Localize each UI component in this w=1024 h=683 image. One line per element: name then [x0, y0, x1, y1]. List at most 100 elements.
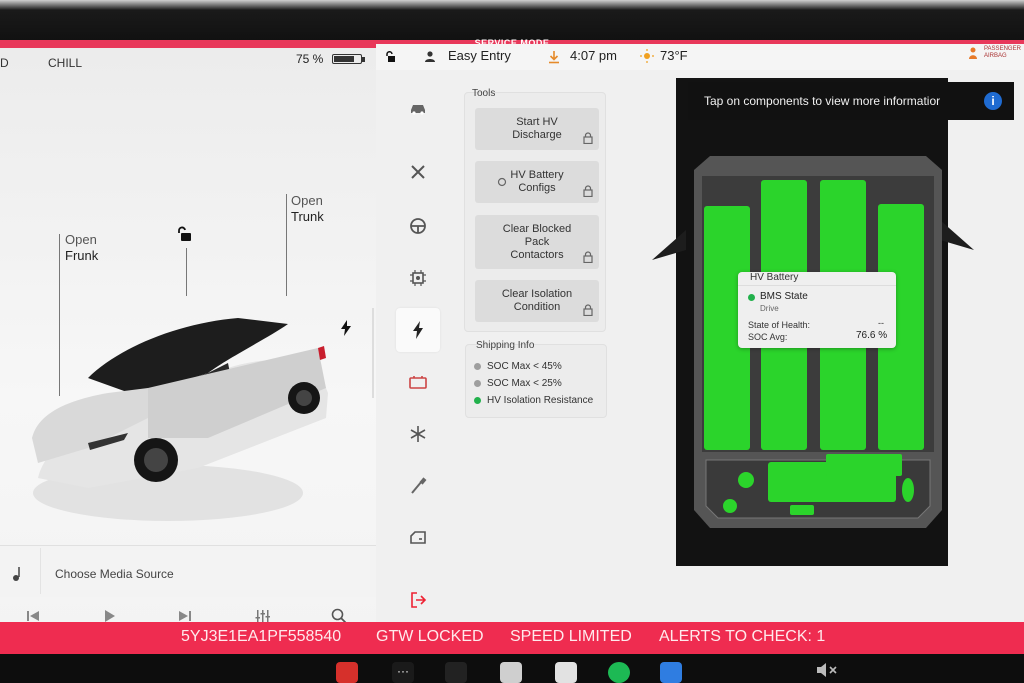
nav-item-thermal[interactable] [396, 412, 440, 456]
notes-app-icon[interactable] [555, 662, 577, 683]
nav-item-electronics[interactable] [396, 256, 440, 300]
button-label: Condition [513, 301, 561, 313]
alerts-to-check[interactable]: ALERTS TO CHECK: 1 [659, 628, 825, 646]
service-nav [380, 72, 444, 628]
nav-item-tools[interactable] [396, 150, 440, 194]
info-icon[interactable]: i [984, 92, 1002, 110]
gear-indicator: D [0, 56, 9, 70]
battery-icon [409, 376, 427, 389]
spotify-icon[interactable] [608, 662, 630, 683]
trunk-label: Trunk [291, 209, 324, 224]
panel-scroll-handle[interactable] [372, 308, 374, 398]
tools-icon [411, 165, 425, 179]
unlock-icon[interactable] [176, 226, 192, 242]
hv-connector[interactable] [902, 478, 914, 502]
nav-item-exit[interactable] [396, 578, 440, 622]
start-hv-discharge-button[interactable]: Start HV Discharge [475, 108, 599, 150]
choose-media-source-label[interactable]: Choose Media Source [55, 567, 174, 581]
shipping-row-label: HV Isolation Resistance [487, 395, 594, 406]
hv-junction-block[interactable] [826, 454, 902, 476]
soh-label: State of Health: [748, 320, 811, 330]
frunk-label-open: Open [65, 232, 97, 247]
nav-item-high-voltage[interactable] [396, 308, 440, 352]
car-model-image [32, 318, 328, 521]
navigation-app-icon[interactable] [445, 662, 467, 683]
status-dot [474, 363, 481, 370]
button-label: Pack [524, 235, 550, 248]
padlock-icon [583, 251, 593, 263]
status-dot [474, 397, 481, 404]
charge-port-icon[interactable] [340, 320, 352, 336]
button-label: Clear Isolation [501, 288, 573, 300]
probe-icon [411, 477, 427, 494]
padlock-icon [583, 185, 593, 197]
button-label: Contactors [510, 248, 564, 261]
shipping-info-title: Shipping Info [476, 340, 535, 351]
soc-value: 76.6 % [856, 330, 888, 341]
door-icon [410, 531, 426, 544]
music-note-icon [13, 567, 20, 581]
status-dot [474, 380, 481, 387]
hv-connector[interactable] [723, 499, 737, 513]
open-frunk-button[interactable]: Open Frunk [65, 232, 98, 264]
tools-title: Tools [472, 88, 496, 99]
shipping-row-label: SOC Max < 45% [487, 361, 562, 372]
screen: { "service_mode": { "label": "SERVICE MO… [0, 0, 1024, 683]
service-wrench-icon[interactable] [336, 662, 358, 683]
bolt-icon [413, 321, 423, 339]
button-label: Discharge [512, 129, 562, 141]
button-label: Start HV [516, 116, 558, 128]
hv-battery-configs-button[interactable]: HV Battery Configs [475, 161, 599, 203]
padlock-icon [583, 132, 593, 144]
car-panel: D CHILL 75 % Open Frunk Open Trunk Choos… [0, 48, 386, 631]
nav-item-closures[interactable] [396, 516, 440, 560]
soc-label: SOC Avg: [748, 332, 788, 342]
sun-icon [640, 49, 654, 63]
speed-limited-status: SPEED LIMITED [510, 628, 632, 645]
clear-blocked-pack-contactors-button[interactable]: Clear Blocked Pack Contactors [475, 215, 599, 269]
steering-wheel-icon [410, 218, 426, 234]
soh-value: -- [878, 318, 884, 328]
drive-status: D CHILL [0, 56, 82, 70]
more-apps-icon[interactable]: ··· [392, 662, 414, 683]
messages-icon[interactable] [660, 662, 682, 683]
outside-temperature: 73°F [660, 48, 688, 63]
lock-status-icon[interactable] [384, 51, 396, 63]
screen-bezel [0, 0, 1024, 40]
padlock-icon [583, 304, 593, 316]
nav-item-battery[interactable] [396, 360, 440, 404]
trunk-label-open: Open [291, 193, 323, 208]
nav-item-probe[interactable] [396, 464, 440, 508]
download-icon[interactable] [548, 50, 560, 64]
snowflake-icon [410, 426, 426, 442]
manual-app-icon[interactable] [500, 662, 522, 683]
open-trunk-button[interactable]: Open Trunk [291, 193, 324, 225]
clear-isolation-condition-button[interactable]: Clear Isolation Condition [475, 280, 599, 322]
button-label: Configs [518, 182, 556, 194]
button-label: Clear Blocked [502, 222, 572, 235]
shipping-row: SOC Max < 25% [474, 378, 562, 389]
volume-muted-icon[interactable] [815, 662, 839, 678]
bms-state-dot [748, 294, 755, 301]
vin-number: 5YJ3E1EA1PF558540 [181, 628, 342, 645]
hv-fuse[interactable] [790, 505, 814, 515]
info-banner: Tap on components to view more informati… [688, 82, 1014, 120]
drive-mode-label: CHILL [48, 56, 83, 70]
profile-icon[interactable] [424, 50, 436, 62]
bms-state-value: Drive [760, 304, 779, 313]
battery-percent: 75 % [296, 52, 324, 66]
popup-title: HV Battery [750, 272, 799, 283]
trunk-leader-line [286, 194, 287, 296]
top-status-bar: Easy Entry 4:07 pm 73°F PASSENGER AIRBAG [376, 44, 1024, 70]
driver-profile-label[interactable]: Easy Entry [448, 48, 511, 63]
media-divider [40, 548, 41, 594]
button-label: HV Battery [510, 169, 564, 181]
hv-connector[interactable] [738, 472, 754, 488]
nav-item-steering[interactable] [396, 204, 440, 248]
passenger-airbag-label: PASSENGER AIRBAG [984, 46, 1021, 59]
frunk-label: Frunk [65, 248, 99, 263]
gtw-locked-status: GTW LOCKED [376, 628, 484, 645]
hv-battery-popup[interactable]: HV Battery BMS State Drive State of Heal… [738, 272, 896, 348]
clock-time: 4:07 pm [570, 48, 617, 63]
nav-item-vehicle[interactable] [396, 86, 440, 130]
